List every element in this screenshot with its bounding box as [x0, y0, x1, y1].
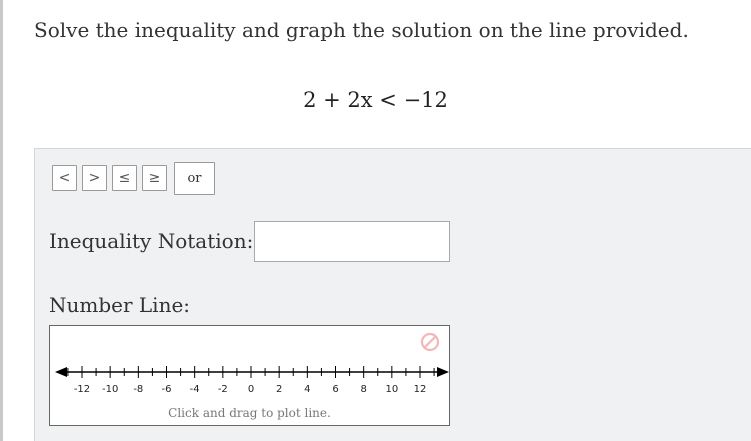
number-line-tick-label: 0	[248, 384, 254, 395]
less-than-or-equal-button[interactable]: ≤	[112, 165, 137, 191]
inequality-notation-label: Inequality Notation:	[49, 229, 254, 253]
question-prompt: Solve the inequality and graph the solut…	[34, 18, 689, 42]
number-line-tick-label: 2	[276, 384, 282, 395]
right-arrow-icon	[437, 367, 449, 377]
inequality-equation: 2 + 2x < −12	[303, 88, 448, 112]
left-border	[0, 0, 3, 441]
number-line-tick-label: 10	[385, 384, 398, 395]
number-line-tick-label: 6	[332, 384, 338, 395]
answer-panel: < > ≤ ≥ or Inequality Notation: Number L…	[34, 148, 751, 441]
less-than-button[interactable]: <	[52, 165, 77, 191]
number-line-tick-label: -8	[133, 384, 143, 395]
number-line-tick-label: -10	[102, 384, 118, 395]
number-line-tick-label: 12	[414, 384, 427, 395]
number-line-tick-label: -2	[218, 384, 228, 395]
symbol-toolbar: < > ≤ ≥ or	[52, 162, 215, 195]
number-line-tick-label: -4	[190, 384, 200, 395]
greater-than-or-equal-button[interactable]: ≥	[142, 165, 167, 191]
number-line-tick-label: -6	[162, 384, 172, 395]
number-line-label: Number Line:	[49, 293, 191, 317]
number-line-tick-label: 8	[360, 384, 366, 395]
number-line-area[interactable]: -12 -10 -8 -6 -4 -2 0 2 4 6 8 10 12 Click and drag t…	[49, 325, 450, 426]
or-button[interactable]: or	[174, 162, 215, 195]
greater-than-button[interactable]: >	[82, 165, 107, 191]
number-line-tick-label: 4	[304, 384, 310, 395]
number-line-hint: Click and drag to plot line.	[168, 406, 331, 420]
number-line-tick-label: -12	[74, 384, 90, 395]
no-symbol-icon[interactable]	[420, 332, 440, 352]
left-arrow-icon	[55, 367, 67, 377]
inequality-notation-input[interactable]	[254, 221, 450, 262]
